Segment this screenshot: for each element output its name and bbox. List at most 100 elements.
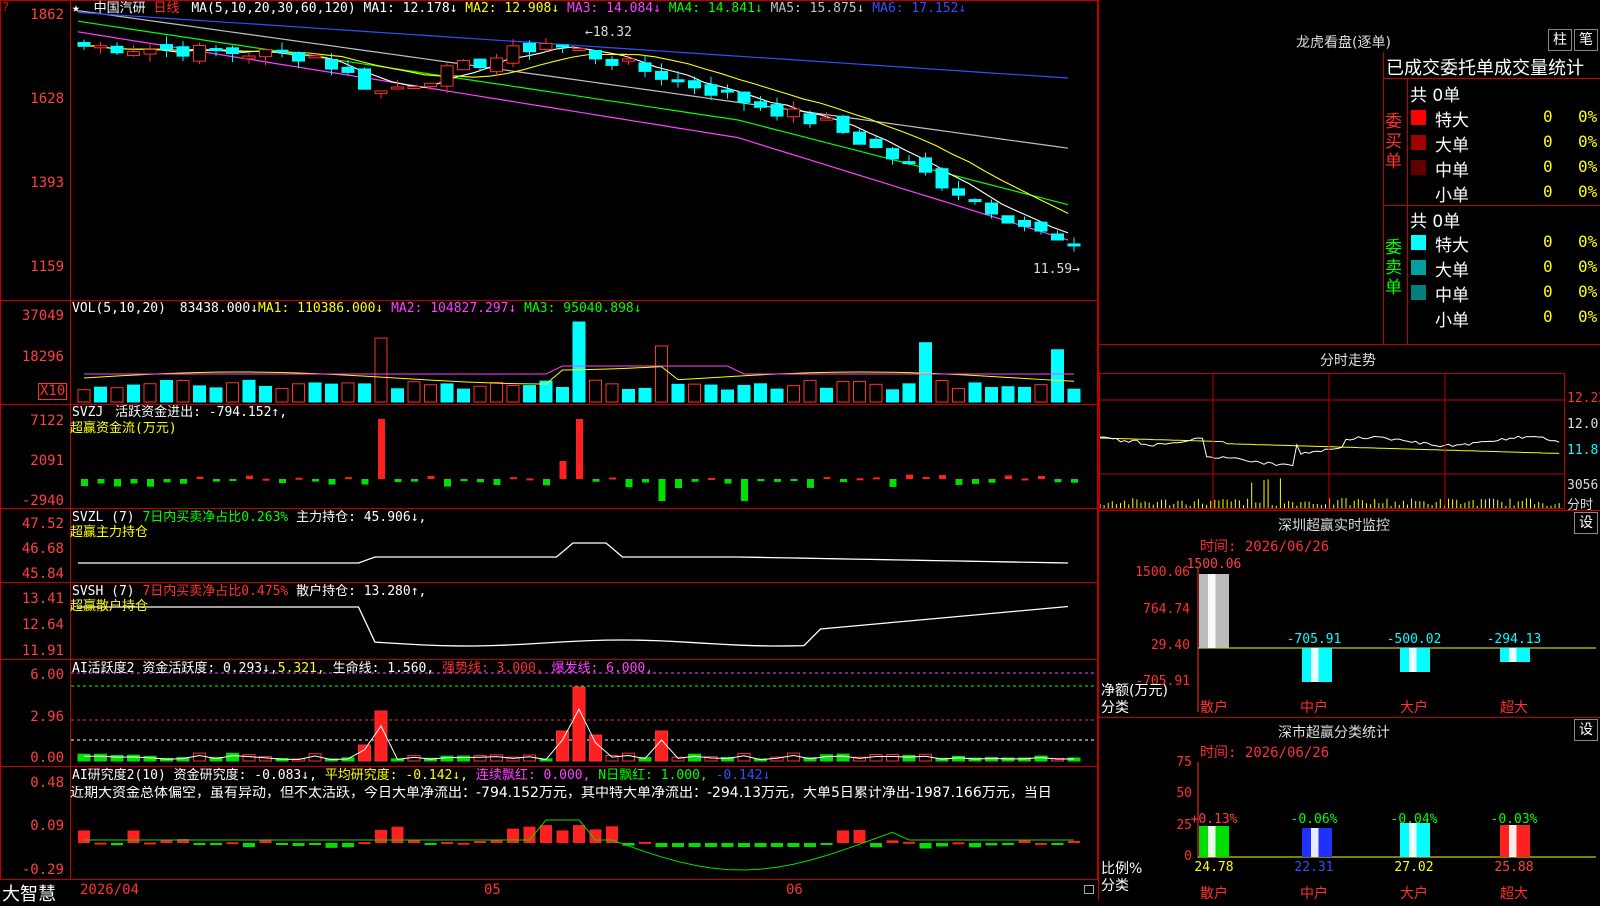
volume-bar	[308, 382, 322, 403]
stat-axis-label: 0	[1184, 849, 1192, 864]
ma1-line	[77, 45, 1069, 234]
research-bar	[1051, 843, 1064, 845]
research-bar	[507, 828, 519, 843]
fund-flow-bar	[543, 479, 550, 486]
research-bar	[276, 843, 288, 845]
stat-percent: +0.13%	[1190, 812, 1238, 827]
ma3-line	[77, 31, 1069, 241]
research-bar	[639, 841, 651, 844]
ai-research-axis-label: 0.09	[30, 818, 64, 834]
order-row-percent: 0%	[1578, 307, 1598, 326]
candle-body	[853, 131, 866, 145]
research-bar	[160, 840, 173, 843]
research-bar	[540, 825, 552, 843]
monitor-bar-value: -705.91	[1286, 632, 1342, 647]
date-label: 2026/04	[80, 882, 140, 898]
column-view-button[interactable]: 柱	[1548, 29, 1572, 51]
order-row-name: 小单	[1435, 311, 1469, 331]
ai-research-value: 资金研究度: -0.083↓,	[173, 768, 317, 783]
favorite-star-icon[interactable]: ★	[72, 1, 80, 16]
volume-bar	[935, 380, 949, 403]
order-color-swatch	[1411, 135, 1426, 150]
monitor-bar-highlight	[1208, 574, 1216, 648]
candle-body	[968, 199, 982, 203]
dragon-tiger-title: 龙虎看盘(逐单)	[1296, 35, 1391, 51]
candle-body	[605, 59, 619, 66]
fund-flow-bar	[724, 479, 732, 484]
volume-bar	[655, 345, 668, 403]
ma-values: MA1: 12.178↓ MA2: 12.908↓ MA3: 14.084↓ M…	[364, 1, 967, 16]
volume-bar	[737, 384, 751, 403]
candle-body	[721, 89, 734, 93]
research-bar	[754, 843, 767, 847]
volume-bar	[968, 382, 982, 403]
price-axis-label: 1159	[30, 259, 64, 275]
volume-bar	[589, 379, 602, 403]
brand-logo[interactable]: 大智慧	[2, 880, 56, 906]
order-row-percent: 0%	[1578, 282, 1598, 301]
ai-active-value2: 5.321,	[277, 661, 325, 676]
fund-flow-bar	[361, 479, 369, 485]
research-bar	[391, 826, 404, 843]
fund-flow-bar	[97, 479, 105, 484]
candle-body	[886, 148, 899, 160]
sell-orders-label: 委卖单	[1385, 238, 1402, 298]
volume-bar	[440, 383, 454, 403]
stat-settings-button[interactable]: 设	[1574, 719, 1598, 741]
activity-bar	[127, 754, 140, 762]
volume-bar	[242, 379, 256, 403]
ai-active-axis-label: 2.96	[30, 709, 64, 725]
svzl-axis-label: 47.52	[21, 516, 64, 532]
low-price-value: 11.59	[1033, 262, 1073, 277]
order-color-swatch	[1411, 110, 1426, 125]
research-bar	[210, 843, 222, 845]
fund-flow-bar	[658, 479, 666, 501]
research-bar	[870, 843, 882, 848]
vol-ma1: MA1: 110386.000↓	[258, 301, 384, 316]
fund-flow-bar	[774, 479, 781, 482]
stat-category: 大户	[1400, 886, 1428, 902]
volume-bar	[622, 388, 635, 403]
candle-body	[803, 113, 817, 125]
volume-bar	[985, 387, 998, 403]
candle-body	[440, 65, 454, 87]
ai-research-avg: 平均研究度: -0.142↓,	[324, 768, 469, 783]
research-bar	[375, 829, 387, 843]
activity-bar	[572, 686, 586, 762]
research-bar	[837, 830, 849, 843]
volume-bar	[77, 389, 91, 403]
research-bar	[738, 843, 750, 847]
candle-body	[143, 49, 157, 55]
svzl-value: 主力持仓: 45.906↓,	[296, 510, 427, 525]
svsh-axis-label: 11.91	[21, 643, 64, 659]
volume-bar	[952, 388, 965, 403]
retail-position-line	[78, 605, 1069, 647]
fund-flow-bar	[328, 479, 336, 485]
order-stats-title: 已成交委托单成交量统计	[1386, 58, 1584, 79]
research-bar	[886, 840, 899, 843]
fund-flow-bar	[312, 479, 319, 482]
monitor-settings-button[interactable]: 设	[1574, 512, 1598, 534]
stat-percent: -0.04%	[1390, 812, 1438, 827]
order-row-name: 特大	[1435, 111, 1469, 131]
volume-bar	[638, 387, 652, 403]
fund-flow-bar	[840, 479, 847, 483]
lock-icon[interactable]	[1084, 885, 1094, 894]
ma-value-4: MA4: 14.841↓	[660, 1, 763, 16]
volume-bar	[1001, 386, 1015, 403]
fund-flow-bar	[378, 419, 385, 479]
period-label[interactable]: 日线	[154, 1, 180, 16]
vol-header: VOL(5,10,20) 83438.000↓MA1: 110386.000↓ …	[72, 301, 642, 316]
volume-bar	[721, 389, 734, 403]
intraday-chart-frame[interactable]	[1099, 373, 1565, 509]
fund-flow-bar	[130, 479, 138, 484]
ma-value-3: MA3: 14.084↓	[559, 1, 661, 16]
activity-bar	[869, 753, 883, 762]
volume-bar	[919, 342, 932, 403]
research-bar	[804, 843, 816, 847]
fund-flow-bar	[147, 479, 154, 487]
activity-bar	[473, 755, 487, 762]
monitor-category: 大户	[1400, 700, 1428, 716]
buy-orders-label: 委买单	[1385, 112, 1402, 172]
tick-view-button[interactable]: 笔	[1574, 29, 1598, 51]
